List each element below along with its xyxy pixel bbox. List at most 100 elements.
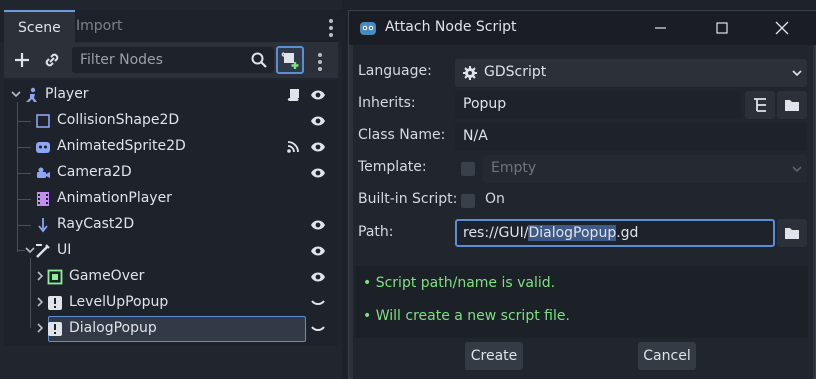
node-label: Player: [45, 86, 89, 102]
minimize-button[interactable]: [637, 11, 683, 45]
path-suffix: .gd: [616, 225, 639, 241]
create-button[interactable]: Create: [465, 342, 523, 370]
raycast-icon: [38, 218, 48, 233]
link-icon[interactable]: [40, 48, 64, 72]
tabbar-menu-icon[interactable]: [329, 19, 333, 40]
chevron-right-icon[interactable]: [34, 322, 46, 334]
scene-menu-icon[interactable]: [318, 53, 322, 74]
warning-icon[interactable]: [47, 321, 63, 337]
collision-shape-icon: [36, 114, 50, 128]
path-prefix: res://GUI/: [463, 225, 529, 241]
visibility-hidden-icon[interactable]: [310, 296, 326, 310]
template-value: Empty: [491, 160, 537, 176]
visibility-eye-icon[interactable]: [310, 140, 326, 154]
close-icon: [775, 21, 789, 35]
builtin-script-checkbox[interactable]: [461, 194, 475, 208]
chevron-down-icon: [792, 166, 802, 173]
attach-script-button[interactable]: [276, 46, 304, 74]
bullet: •: [363, 308, 372, 324]
node-label: GameOver: [69, 268, 145, 284]
language-label: Language:: [358, 63, 432, 79]
maximize-icon: [716, 22, 728, 34]
gear-icon: [463, 66, 477, 80]
node-label: AnimatedSprite2D: [57, 138, 186, 154]
template-checkbox[interactable]: [461, 162, 475, 176]
inherits-field[interactable]: Popup: [455, 91, 741, 119]
signal-icon[interactable]: [286, 140, 300, 154]
visibility-eye-icon[interactable]: [310, 244, 326, 258]
texture-rect-icon: [47, 269, 63, 285]
scene-toolbar: [4, 42, 338, 78]
folder-icon: [785, 228, 799, 239]
visibility-eye-icon[interactable]: [310, 166, 326, 180]
path-value: res://GUI/DialogPopup.gd: [463, 225, 638, 241]
tree-node-camera2d[interactable]: Camera2D: [4, 160, 338, 186]
chevron-right-icon[interactable]: [34, 296, 46, 308]
tree-node-raycast2d[interactable]: RayCast2D: [4, 212, 338, 238]
filter-nodes-input[interactable]: [80, 47, 250, 73]
bullet: •: [363, 275, 372, 291]
visibility-eye-icon[interactable]: [310, 270, 326, 284]
builtin-script-value: On: [485, 191, 505, 207]
dialog-titlebar: Attach Node Script: [349, 11, 816, 45]
visibility-eye-icon[interactable]: [310, 88, 326, 102]
attach-script-icon: [281, 52, 299, 69]
validation-panel: • Script path/name is valid. • Will crea…: [355, 266, 808, 338]
chevron-right-icon[interactable]: [34, 270, 46, 282]
dialog-form: Language: GDScript Inherits: Popup Class…: [353, 45, 813, 379]
close-button[interactable]: [759, 11, 805, 45]
cancel-button[interactable]: Cancel: [638, 342, 696, 370]
class-name-label: Class Name:: [358, 127, 446, 143]
tree-node-player[interactable]: Player: [4, 82, 338, 108]
tree-node-animatedsprite2d[interactable]: AnimatedSprite2D: [4, 134, 338, 160]
builtin-script-label: Built-in Script:: [358, 191, 458, 207]
node-label: CollisionShape2D: [57, 112, 180, 128]
tab-import[interactable]: Import: [62, 10, 136, 42]
animation-player-icon: [37, 192, 49, 206]
attach-node-script-dialog: Attach Node Script Language: GDScript In…: [348, 10, 816, 379]
tree-node-ui[interactable]: UI: [4, 238, 338, 264]
warning-icon[interactable]: [47, 295, 63, 311]
class-name-value: N/A: [463, 128, 488, 144]
path-input[interactable]: res://GUI/DialogPopup.gd: [455, 219, 775, 247]
class-name-field[interactable]: N/A: [455, 123, 807, 151]
inherits-label: Inherits:: [358, 95, 416, 111]
camera-icon: [37, 167, 50, 178]
inherits-browse-button[interactable]: [777, 91, 807, 119]
maximize-button[interactable]: [699, 11, 745, 45]
add-node-icon[interactable]: [10, 48, 34, 72]
node-label: RayCast2D: [57, 216, 135, 232]
node-label: DialogPopup: [69, 320, 157, 336]
visibility-eye-icon[interactable]: [310, 218, 326, 232]
tree-node-gameover[interactable]: GameOver: [4, 264, 338, 290]
template-label: Template:: [358, 159, 427, 175]
template-select[interactable]: Empty: [483, 155, 807, 183]
scene-tabbar: Scene Import: [0, 10, 342, 42]
tree-node-dialog-popup[interactable]: DialogPopup: [4, 316, 338, 342]
validation-text: Will create a new script file.: [375, 308, 570, 324]
search-icon: [251, 52, 267, 68]
minimize-icon: [655, 27, 666, 29]
validation-text: Script path/name is valid.: [375, 275, 556, 291]
visibility-hidden-icon[interactable]: [310, 322, 326, 336]
language-value: GDScript: [484, 64, 547, 80]
path-browse-button[interactable]: [777, 219, 807, 247]
tree-node-levelup-popup[interactable]: LevelUpPopup: [4, 290, 338, 316]
node-label: AnimationPlayer: [57, 190, 172, 206]
validation-message: • Will create a new script file.: [363, 308, 570, 324]
node-label: Camera2D: [57, 164, 132, 180]
tree-node-animationplayer[interactable]: AnimationPlayer: [4, 186, 338, 212]
inherits-tree-button[interactable]: [745, 91, 775, 119]
character-body-icon: [26, 87, 37, 102]
script-icon[interactable]: [286, 87, 302, 103]
node-label: UI: [57, 242, 72, 258]
visibility-eye-icon[interactable]: [310, 114, 326, 128]
filter-nodes: [72, 47, 274, 73]
inherits-value: Popup: [463, 96, 507, 112]
language-select[interactable]: GDScript: [455, 59, 807, 87]
dialog-title: Attach Node Script: [385, 19, 517, 35]
validation-message: • Script path/name is valid.: [363, 275, 555, 291]
tree-node-collisionshape2d[interactable]: CollisionShape2D: [4, 108, 338, 134]
folder-icon: [785, 100, 799, 111]
chevron-down-icon[interactable]: [10, 88, 22, 100]
